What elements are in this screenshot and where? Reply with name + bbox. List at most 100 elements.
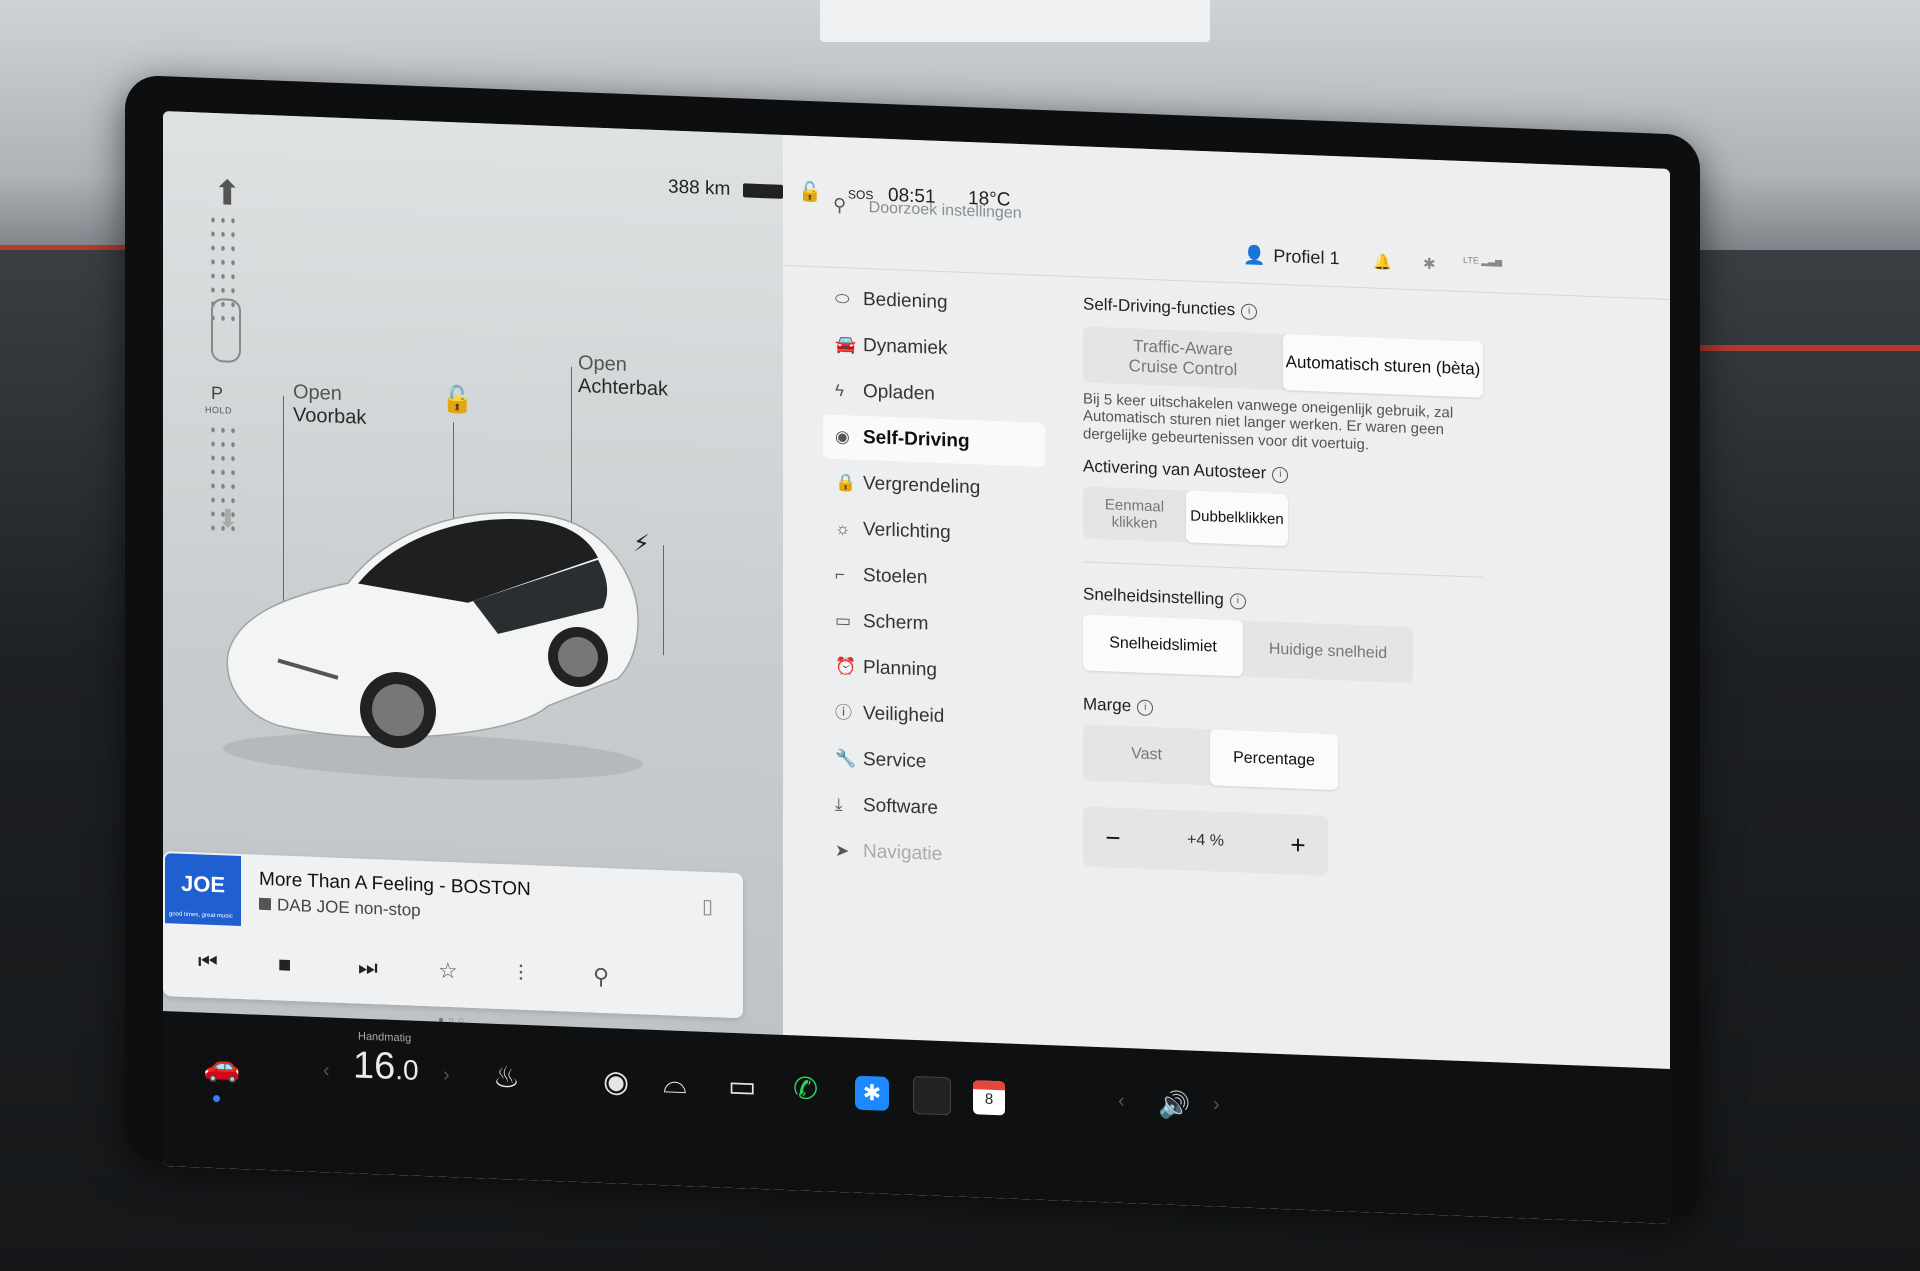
car-lock-icon[interactable]: 🔓: [798, 179, 822, 204]
nav-item-opladen[interactable]: ϟ Opladen: [823, 368, 1045, 421]
option-percentage[interactable]: Percentage: [1210, 729, 1338, 791]
option-autosteer[interactable]: Automatisch sturen (bèta): [1283, 334, 1483, 398]
touchscreen: 388 km ⬆ P HOLD ⬇ Open Voorbak 🔓 Open Ac…: [163, 111, 1670, 1224]
climate-mode-label: Handmatig: [358, 1030, 412, 1045]
info-circle-icon: ⓘ: [835, 702, 852, 723]
seat-icon: ⌐: [835, 564, 845, 585]
lock-icon: 🔒: [835, 472, 857, 493]
nav-item-planning[interactable]: ⏰ Planning: [823, 644, 1045, 697]
option-fixed[interactable]: Vast: [1083, 724, 1210, 785]
nav-item-stoelen[interactable]: ⌐ Stoelen: [823, 552, 1045, 605]
temp-down-chevron-icon[interactable]: ‹: [323, 1059, 330, 1082]
lte-label: LTE: [1463, 254, 1479, 266]
nav-item-scherm[interactable]: ▭ Scherm: [823, 598, 1045, 651]
nav-item-service[interactable]: 🔧 Service: [823, 736, 1045, 789]
nav-item-bediening[interactable]: ⬭ Bediening: [823, 276, 1045, 329]
next-track-icon[interactable]: ⏭: [358, 955, 378, 982]
cabin-temperature[interactable]: 16.0: [353, 1044, 419, 1090]
seat-heater-icon[interactable]: ♨: [493, 1060, 520, 1096]
previous-track-icon[interactable]: ⏮: [198, 948, 218, 975]
equalizer-icon[interactable]: ⫶: [518, 961, 524, 987]
frunk-label-open: Open: [293, 381, 342, 405]
car-visualization-panel: 388 km ⬆ P HOLD ⬇ Open Voorbak 🔓 Open Ac…: [163, 111, 783, 1035]
open-trunk-button[interactable]: Open Achterbak: [578, 352, 668, 401]
offset-stepper: − +4 % +: [1083, 806, 1328, 876]
radio-icon: [259, 897, 271, 911]
media-search-icon[interactable]: ⚲: [593, 964, 609, 991]
speed-setting-title: Snelheidsinstelling i: [1083, 584, 1246, 610]
option-current-speed[interactable]: Huidige snelheid: [1243, 621, 1413, 684]
nav-item-software[interactable]: ⤓ Software: [823, 782, 1045, 835]
self-driving-settings: Self-Driving-functies i Traffic-Aware Cru…: [1083, 286, 1633, 876]
profile-button[interactable]: 👤 Profiel 1: [1243, 245, 1339, 270]
calendar-icon[interactable]: 8: [973, 1080, 1005, 1116]
notification-bell-icon[interactable]: 🔔: [1373, 253, 1392, 272]
nav-item-verlichting[interactable]: ☼ Verlichting: [823, 506, 1045, 559]
temp-decimal: .0: [395, 1053, 419, 1086]
phone-icon[interactable]: ✆: [793, 1071, 818, 1107]
nav-item-vergrendeling[interactable]: 🔒 Vergrendeling: [823, 460, 1045, 513]
speed-mode-selector: Snelheidslimiet Huidige snelheid: [1083, 614, 1413, 684]
volume-icon[interactable]: 🔊: [1158, 1089, 1190, 1121]
temp-integer: 16: [353, 1044, 396, 1088]
autosteer-warning-note: Bij 5 keer uitschakelen vanwege oneigenl…: [1083, 390, 1454, 453]
car-model: [223, 511, 643, 780]
info-icon[interactable]: i: [1272, 466, 1289, 483]
margin-title-text: Marge: [1083, 694, 1132, 716]
option-traffic-aware-cruise[interactable]: Traffic-Aware Cruise Control: [1083, 326, 1283, 390]
self-driving-functions-title: Self-Driving-functies i: [1083, 294, 1258, 321]
media-player[interactable]: JOE good times, great music More Than A …: [163, 851, 743, 1019]
unlock-icon[interactable]: 🔓: [441, 384, 473, 416]
volume-down-chevron-icon[interactable]: ‹: [1118, 1090, 1125, 1113]
option-speed-limit[interactable]: Snelheidslimiet: [1083, 614, 1243, 677]
margin-title: Marge i: [1083, 694, 1154, 717]
source-icon[interactable]: ▯: [702, 894, 713, 919]
nav-label: Verlichting: [863, 518, 951, 544]
autosteer-activation-title: Activering van Autosteer i: [1083, 456, 1289, 484]
info-icon[interactable]: i: [1137, 698, 1154, 716]
station-name: DAB JOE non-stop: [259, 895, 421, 921]
car-controls-icon[interactable]: 🚗: [203, 1049, 240, 1085]
bluetooth-status-icon[interactable]: ✱: [1423, 254, 1436, 272]
media-controls: ⏮ ■ ⏭ ☆ ⫶ ⚲: [163, 933, 743, 1015]
info-icon[interactable]: i: [1229, 592, 1246, 610]
charge-pointer-line: [663, 545, 664, 656]
front-defrost-icon[interactable]: ⌓: [663, 1066, 687, 1101]
active-indicator: [213, 1094, 220, 1103]
search-input[interactable]: Doorzoek instellingen: [869, 199, 1022, 222]
car-mini-icon: [211, 297, 241, 364]
option-single-click[interactable]: Eenmaal klikken: [1083, 486, 1186, 542]
steering-wheel-icon: ◉: [835, 426, 850, 447]
decrease-offset-button[interactable]: −: [1083, 806, 1143, 868]
rear-defrost-icon[interactable]: ▭: [728, 1069, 756, 1105]
navigate-icon: ➤: [835, 840, 850, 861]
increase-offset-button[interactable]: +: [1268, 814, 1328, 876]
nav-label: Self-Driving: [863, 426, 970, 453]
gear-letter: P: [211, 382, 224, 404]
nav-item-self-driving[interactable]: ◉ Self-Driving: [823, 414, 1045, 467]
open-frunk-button[interactable]: Open Voorbak: [293, 381, 366, 430]
lte-signal-icon: LTE ▂▃▅: [1463, 254, 1503, 267]
offset-value: +4 %: [1187, 831, 1224, 850]
nav-item-dynamiek[interactable]: 🚘 Dynamiek: [823, 322, 1045, 375]
battery-icon: [743, 183, 783, 199]
arcade-app-icon[interactable]: [913, 1075, 951, 1116]
info-icon[interactable]: i: [1241, 302, 1258, 320]
favorite-star-icon[interactable]: ☆: [438, 958, 458, 985]
section-divider: [1083, 561, 1483, 578]
volume-up-chevron-icon[interactable]: ›: [1213, 1093, 1220, 1116]
profile-person-icon: 👤: [1243, 244, 1266, 266]
activation-title-text: Activering van Autosteer: [1083, 456, 1267, 483]
nav-item-veiligheid[interactable]: ⓘ Veiligheid: [823, 690, 1045, 743]
nav-label: Scherm: [863, 610, 929, 635]
option-double-click[interactable]: Dubbelklikken: [1186, 490, 1288, 547]
settings-panel: 🔓 SOS 08:51 18°C ⚲ Doorzoek instellingen…: [783, 134, 1670, 1069]
arrow-up-icon[interactable]: ⬆: [213, 173, 242, 214]
range-readout: 388 km: [668, 176, 731, 200]
nav-item-navigatie[interactable]: ➤ Navigatie: [823, 828, 1045, 881]
bolt-icon: ϟ: [835, 380, 844, 401]
bluetooth-icon[interactable]: ✱: [855, 1075, 889, 1111]
temp-up-chevron-icon[interactable]: ›: [443, 1064, 450, 1087]
stop-icon[interactable]: ■: [278, 951, 291, 978]
steering-heater-icon[interactable]: ◉: [603, 1064, 629, 1100]
